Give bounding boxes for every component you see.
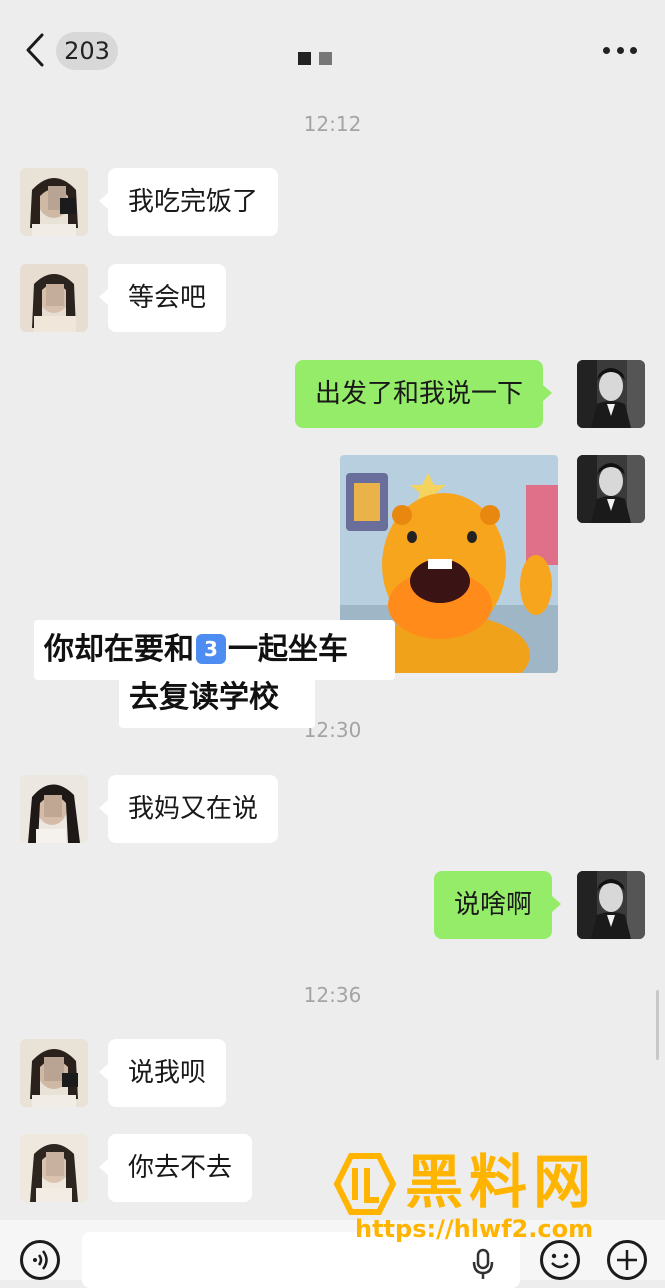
watermark: 黑料网 https://hlwf2.com [333,1148,638,1252]
timestamp: 12:36 [303,983,362,1007]
microphone-icon[interactable] [472,1248,494,1280]
contact-avatar[interactable] [20,168,88,236]
message-bubble-outgoing[interactable]: 说啥啊 [434,871,562,939]
chat-header: 203 [0,0,665,95]
my-avatar[interactable] [577,455,645,523]
caption-text: 你却在要和 [44,632,194,667]
message-bubble-incoming[interactable]: 说我呗 [98,1039,227,1107]
message-bubble-incoming[interactable]: 等会吧 [98,264,227,332]
chat-title-redacted [298,50,340,69]
overlay-caption-line-2: 去复读学校 [119,670,315,728]
chevron-left-icon [26,33,44,67]
voice-wave-icon [33,1250,48,1270]
watermark-name: 黑料网 [405,1148,598,1216]
contact-avatar[interactable] [20,775,88,843]
message-bubble-incoming[interactable]: 我妈又在说 [98,775,279,843]
contact-avatar[interactable] [20,1039,88,1107]
watermark-logo-icon [333,1153,397,1215]
voice-toggle-button[interactable] [20,1240,60,1280]
my-avatar[interactable] [577,871,645,939]
unread-count-badge[interactable]: 203 [56,32,118,70]
scrollbar[interactable] [656,990,659,1060]
more-options-button[interactable] [603,40,637,60]
timestamp: 12:12 [303,112,362,136]
contact-avatar[interactable] [20,264,88,332]
contact-avatar[interactable] [20,1134,88,1202]
message-bubble-outgoing[interactable]: 出发了和我说一下 [295,360,553,428]
message-bubble-incoming[interactable]: 你去不去 [98,1134,253,1202]
message-bubble-incoming[interactable]: 我吃完饭了 [98,168,279,236]
watermark-url: https://hlwf2.com [355,1215,594,1243]
timestamp: 12:30 [303,718,362,742]
keycap-number-emoji: 3 [196,634,226,664]
my-avatar[interactable] [577,360,645,428]
caption-text: 一起坐车 [228,632,348,667]
